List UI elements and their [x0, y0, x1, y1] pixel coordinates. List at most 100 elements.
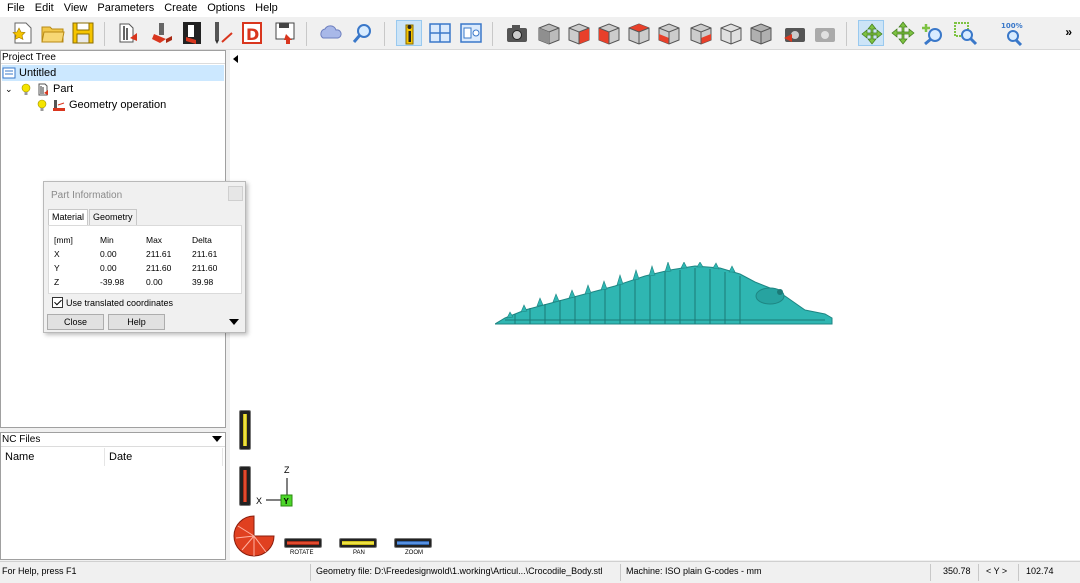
geometry-operation-icon [52, 98, 66, 112]
menu-parameters[interactable]: Parameters [92, 0, 159, 17]
vertical-zoom-slider[interactable] [239, 410, 251, 450]
table-cell: X [54, 249, 60, 259]
photo-gray-icon[interactable] [812, 20, 838, 46]
crocodile-model[interactable] [495, 262, 835, 326]
tab-material[interactable]: Material [48, 209, 89, 226]
view-cube-iso-icon[interactable] [536, 20, 562, 46]
status-machine: Machine: ISO plain G-codes - mm [626, 566, 762, 576]
view-cube-front-icon[interactable] [566, 20, 592, 46]
collapse-panel-icon[interactable] [233, 55, 238, 63]
pan-thumbwheel[interactable] [339, 538, 377, 548]
menu-bar: File Edit View Parameters Create Options… [0, 0, 1080, 17]
project-tree-header: Project Tree [1, 51, 225, 64]
zoom-in-tool-icon[interactable] [920, 20, 946, 46]
toolbar-overflow-button[interactable]: » [1065, 25, 1072, 39]
pan-label: PAN [353, 550, 365, 556]
dropdown-arrow-icon[interactable] [212, 436, 222, 442]
menu-help[interactable]: Help [250, 0, 283, 17]
tree-item-geometry-operation[interactable]: Geometry operation [35, 97, 166, 113]
tree-item-label: Part [53, 83, 74, 95]
vertical-rotate-slider[interactable] [239, 466, 251, 506]
column-header-name[interactable]: Name [1, 448, 105, 466]
table-header-min: Min [100, 235, 114, 245]
chevron-down-icon[interactable]: ⌄ [5, 84, 15, 95]
rotate-dial[interactable] [232, 514, 276, 558]
menu-options[interactable]: Options [202, 0, 250, 17]
new-project-icon[interactable] [10, 20, 36, 46]
nc-files-header: NC Files [1, 433, 225, 447]
zoom-box-icon[interactable] [952, 20, 978, 46]
y-axis-label: Y [284, 497, 290, 506]
table-cell: 0.00 [100, 263, 117, 273]
nc-files-columns: Name Date [1, 448, 225, 466]
nc-files-title: NC Files [2, 434, 41, 445]
zoom-100-icon[interactable]: 100% [1000, 20, 1026, 46]
tree-item-label: Untitled [19, 67, 57, 79]
part-information-dialog: Part Information Material Geometry [mm] … [43, 181, 246, 333]
view-cube-top-icon[interactable] [626, 20, 652, 46]
view-cube-left-icon[interactable] [656, 20, 682, 46]
menu-file[interactable]: File [2, 0, 30, 17]
info-icon[interactable] [396, 20, 422, 46]
menu-create[interactable]: Create [159, 0, 202, 17]
tool-icon[interactable] [210, 20, 236, 46]
part-wizard-icon[interactable] [116, 20, 142, 46]
expand-arrow-icon[interactable] [229, 319, 239, 325]
project-icon [2, 66, 16, 80]
x-axis-label: X [256, 496, 262, 506]
checkbox-label: Use translated coordinates [66, 297, 174, 308]
svg-text:100%: 100% [1001, 22, 1023, 30]
tab-geometry[interactable]: Geometry [89, 209, 137, 225]
view-cube-back-icon[interactable] [688, 20, 714, 46]
dimensions-table: [mm] Min Max Delta X 0.00 211.61 211.61 … [48, 225, 242, 294]
table-cell: 0.00 [100, 249, 117, 259]
toolbar: D 100% » [0, 17, 1080, 50]
view-options-icon[interactable] [458, 20, 484, 46]
table-cell: -39.98 [100, 277, 125, 287]
camera-icon[interactable] [504, 20, 530, 46]
machining-setup-icon[interactable] [150, 20, 176, 46]
column-header-date[interactable]: Date [105, 448, 223, 466]
tree-item-untitled[interactable]: Untitled [2, 65, 224, 81]
view-cube-plain-icon[interactable] [748, 20, 774, 46]
cloud-icon[interactable] [318, 20, 344, 46]
output-icon[interactable] [272, 20, 298, 46]
lightbulb-icon[interactable] [19, 82, 33, 96]
svg-text:D: D [246, 25, 259, 44]
close-button[interactable]: Close [47, 314, 104, 330]
help-button[interactable]: Help [108, 314, 165, 330]
dialog-tabs: Material Geometry [48, 209, 138, 226]
rotate-tool-icon[interactable] [858, 20, 884, 46]
dialog-close-icon[interactable] [228, 186, 243, 201]
tree-item-part[interactable]: ⌄ Part [5, 81, 73, 97]
status-help-text: For Help, press F1 [2, 566, 77, 576]
view-cube-right-icon[interactable] [596, 20, 622, 46]
zoom-label: ZOOM [405, 550, 423, 556]
rotate-thumbwheel[interactable] [284, 538, 322, 548]
menu-edit[interactable]: Edit [30, 0, 59, 17]
status-coordinate-2: 102.74 [1026, 566, 1054, 576]
translated-coordinates-checkbox[interactable] [52, 297, 63, 308]
z-axis-label: Z [284, 465, 290, 475]
lightbulb-icon[interactable] [35, 98, 49, 112]
zoom-thumbwheel[interactable] [394, 538, 432, 548]
window-icon[interactable] [427, 20, 453, 46]
3d-viewport[interactable]: Z X Y ROTATE PAN ZOOM [230, 50, 1080, 560]
open-folder-icon[interactable] [40, 20, 66, 46]
stock-icon[interactable] [180, 20, 206, 46]
photo-icon[interactable] [782, 20, 808, 46]
table-cell: 39.98 [192, 277, 214, 287]
table-cell: 211.60 [146, 263, 172, 273]
pan-tool-icon[interactable] [890, 20, 916, 46]
find-icon[interactable] [350, 20, 376, 46]
table-cell: 211.61 [146, 249, 172, 259]
translated-coordinates-option[interactable]: Use translated coordinates [52, 297, 173, 308]
operation-d-icon[interactable]: D [240, 20, 266, 46]
view-cube-bottom-icon[interactable] [718, 20, 744, 46]
menu-view[interactable]: View [59, 0, 93, 17]
table-cell: 211.60 [192, 263, 218, 273]
dialog-title: Part Information [51, 190, 123, 201]
save-icon[interactable] [70, 20, 96, 46]
status-axis-indicator[interactable]: < Y > [986, 566, 1007, 576]
table-cell: Z [54, 277, 60, 287]
